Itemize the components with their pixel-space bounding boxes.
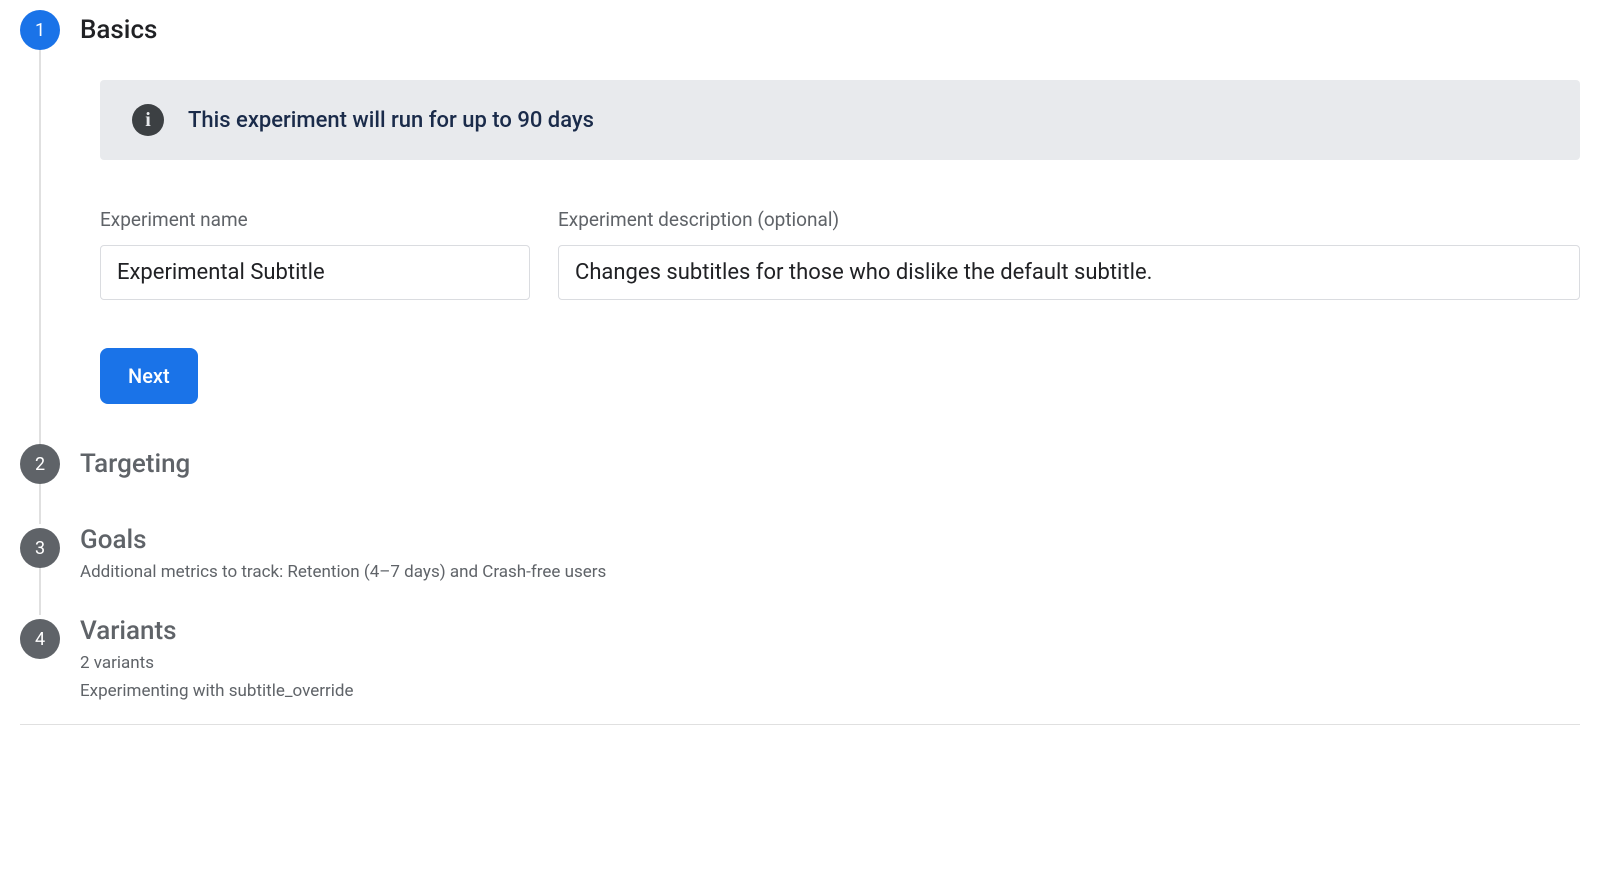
step-subtitle-variants-desc: Experimenting with subtitle_override [80, 679, 354, 705]
step-title-goals: Goals [80, 524, 606, 558]
info-icon: i [132, 104, 164, 136]
step-connector-line [39, 484, 41, 524]
step-title-targeting: Targeting [80, 444, 190, 484]
step-connector-line [39, 50, 41, 444]
step-title-basics: Basics [80, 10, 157, 50]
experiment-description-field-group: Experiment description (optional) [558, 208, 1580, 300]
step-subtitle-variants-count: 2 variants [80, 651, 354, 677]
experiment-name-label: Experiment name [100, 208, 530, 231]
step-title-variants: Variants [80, 615, 354, 649]
step-basics: 1 Basics i This experiment will run for … [20, 10, 1580, 444]
step-header-targeting: Targeting [80, 444, 1580, 484]
step-variants[interactable]: 4 Variants 2 variants Experimenting with… [20, 615, 1580, 704]
next-button[interactable]: Next [100, 348, 198, 404]
info-banner: i This experiment will run for up to 90 … [100, 80, 1580, 160]
step-subtitle-goals: Additional metrics to track: Retention (… [80, 560, 606, 586]
bottom-divider [20, 724, 1580, 725]
stepper: 1 Basics i This experiment will run for … [20, 10, 1580, 704]
step-content-basics: i This experiment will run for up to 90 … [80, 50, 1580, 444]
step-number-badge-4: 4 [20, 619, 60, 659]
experiment-description-label: Experiment description (optional) [558, 208, 1580, 231]
step-number-badge-2: 2 [20, 444, 60, 484]
experiment-name-field-group: Experiment name [100, 208, 530, 300]
step-number-badge-1: 1 [20, 10, 60, 50]
step-targeting[interactable]: 2 Targeting [20, 444, 1580, 524]
step-number-badge-3: 3 [20, 528, 60, 568]
form-row: Experiment name Experiment description (… [100, 208, 1580, 300]
step-header-basics: Basics [80, 10, 1580, 50]
experiment-name-input[interactable] [100, 245, 530, 300]
step-header-goals: Goals Additional metrics to track: Reten… [80, 524, 1580, 585]
step-header-variants: Variants 2 variants Experimenting with s… [80, 615, 1580, 704]
experiment-description-input[interactable] [558, 245, 1580, 300]
step-connector-line [39, 564, 41, 615]
info-banner-text: This experiment will run for up to 90 da… [188, 108, 594, 133]
step-goals[interactable]: 3 Goals Additional metrics to track: Ret… [20, 524, 1580, 615]
